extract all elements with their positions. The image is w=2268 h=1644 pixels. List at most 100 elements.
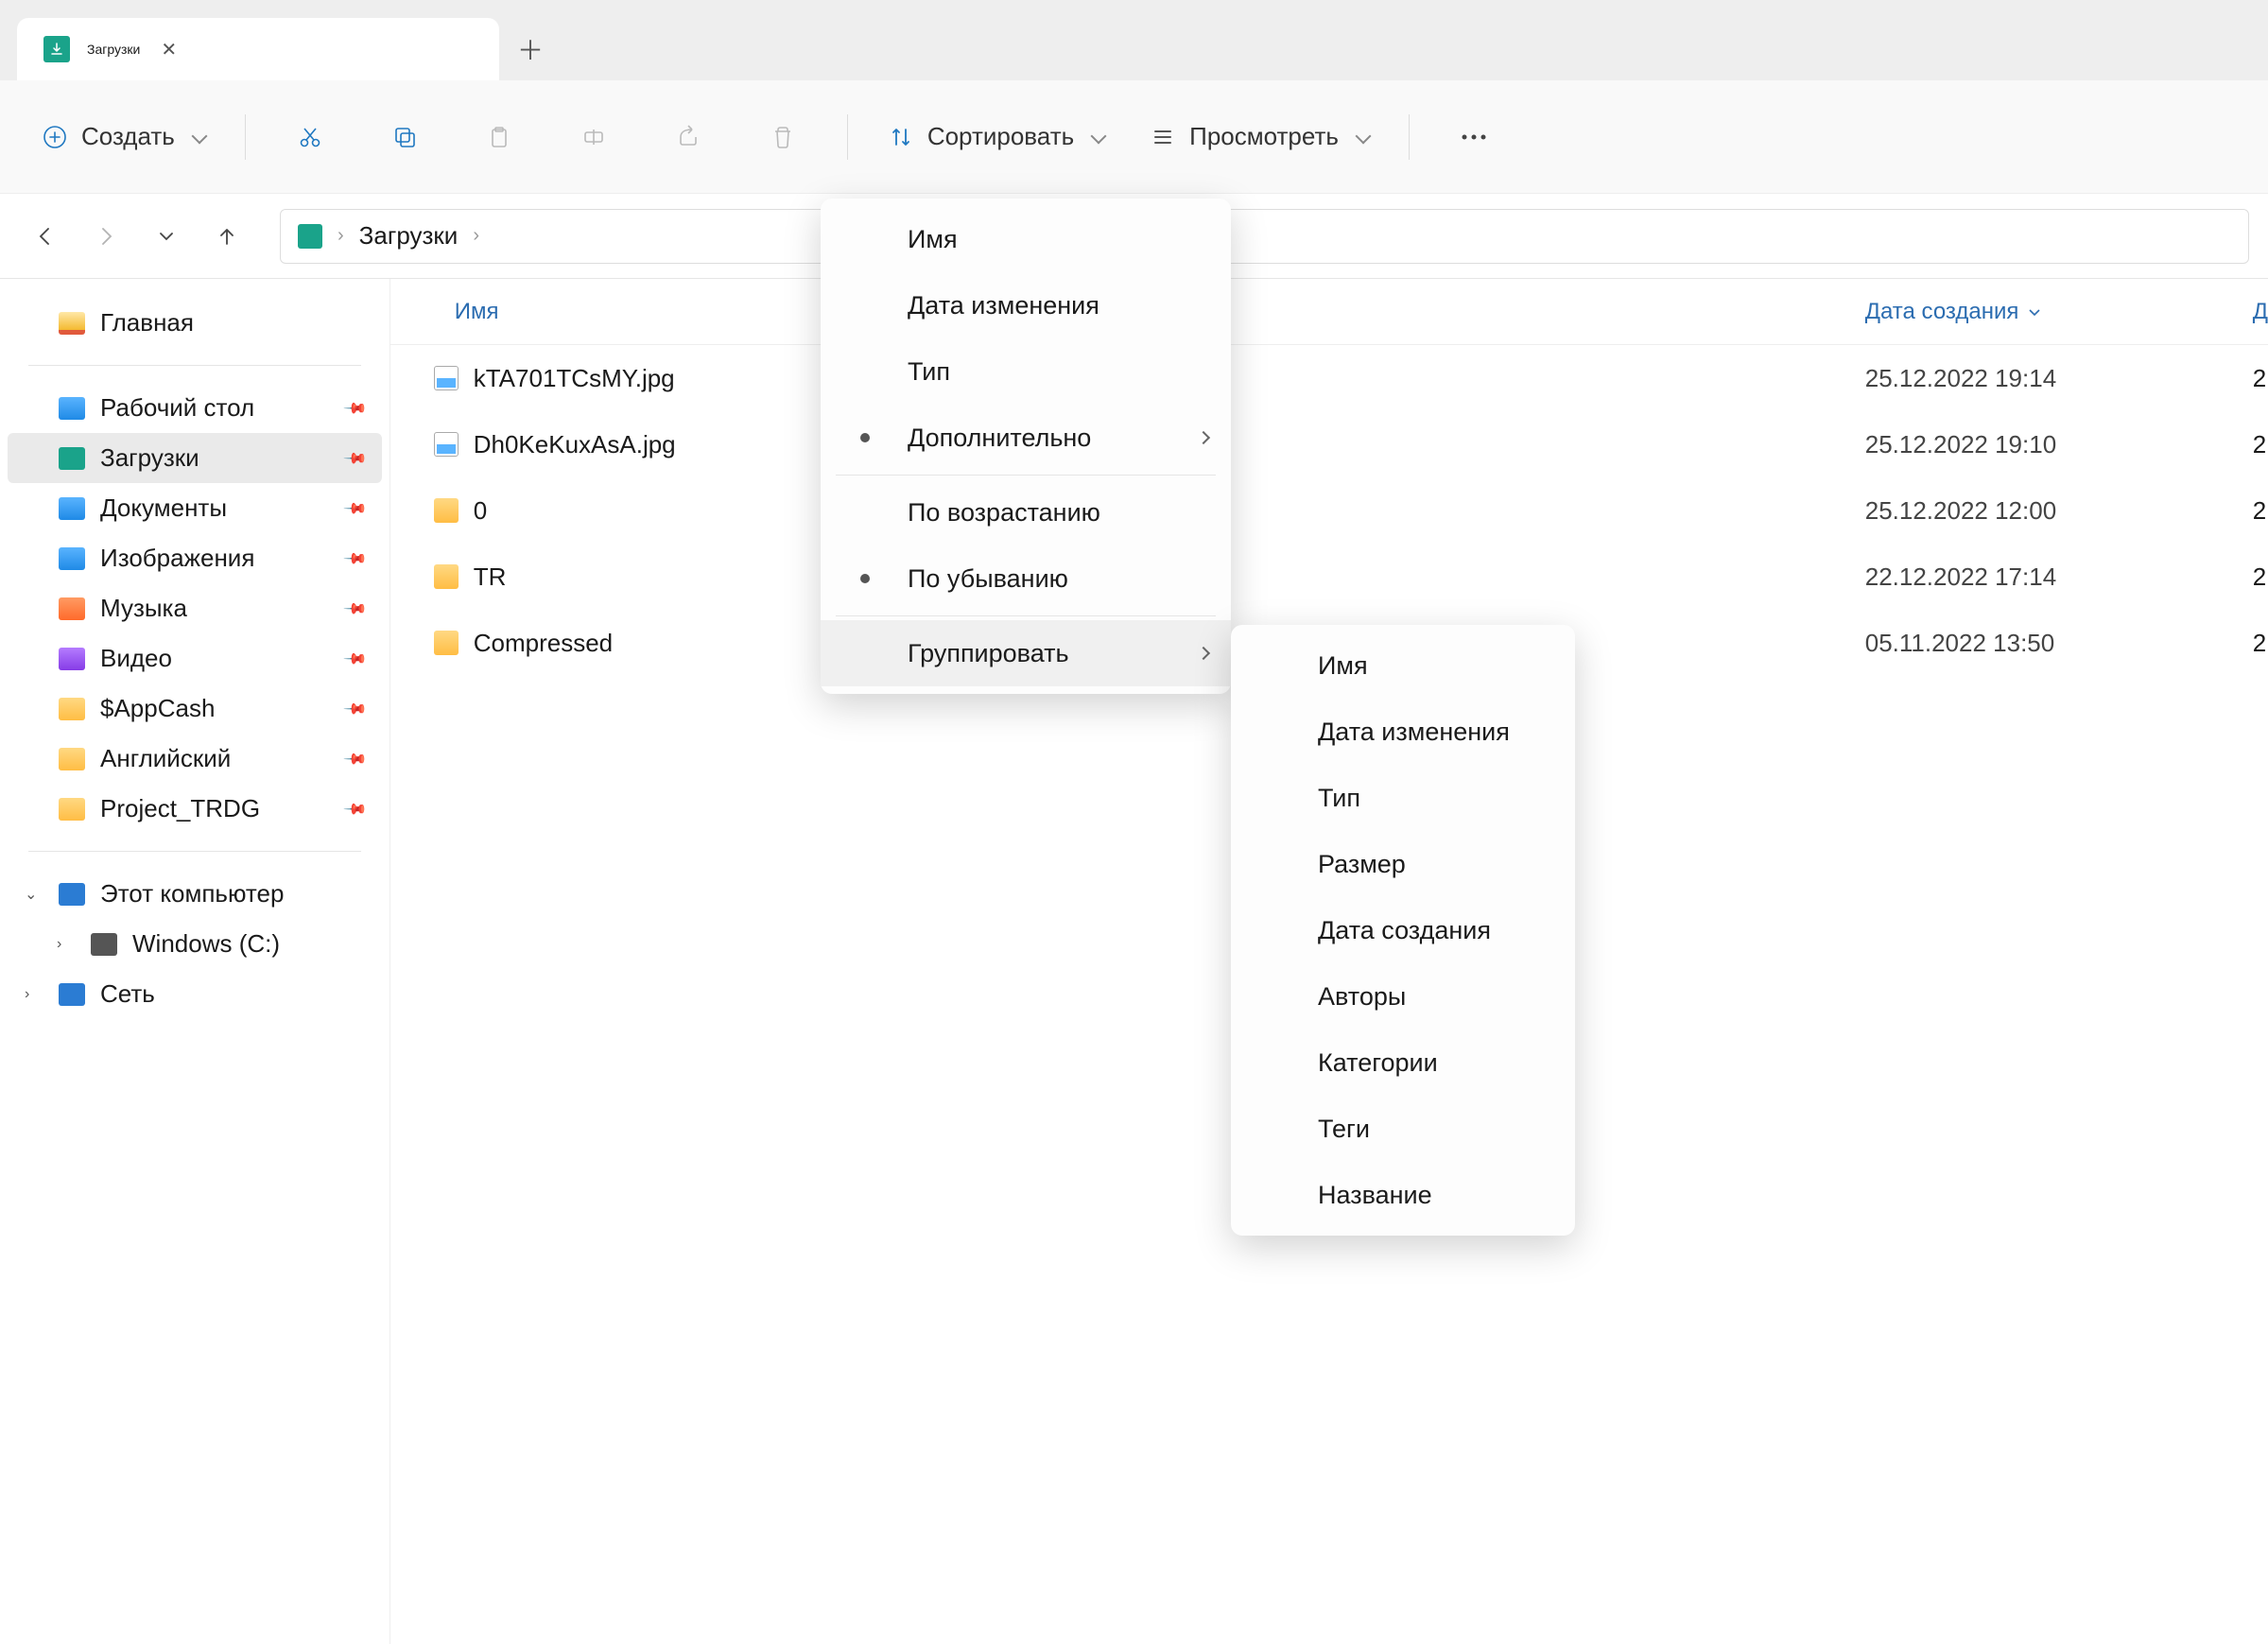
create-button[interactable]: Создать	[19, 111, 228, 164]
sort-by-date-modified[interactable]: Дата изменения	[821, 272, 1231, 338]
sort-by-type[interactable]: Тип	[821, 338, 1231, 405]
folder-icon	[59, 547, 85, 570]
delete-button[interactable]	[736, 111, 830, 164]
recent-dropdown[interactable]	[140, 210, 193, 263]
more-button[interactable]	[1427, 111, 1521, 164]
file-extra: 2	[2243, 430, 2266, 459]
chevron-right-icon[interactable]: ›	[25, 986, 29, 1003]
sidebar-item-appcash[interactable]: $AppCash 📌	[8, 684, 382, 734]
chevron-right-icon	[1197, 647, 1210, 660]
sort-icon	[888, 124, 914, 150]
pin-icon: 📌	[342, 545, 369, 571]
sort-by-name[interactable]: Имя	[821, 206, 1231, 272]
file-created: 22.12.2022 17:14	[1865, 562, 2243, 592]
paste-icon	[486, 124, 512, 150]
sort-more[interactable]: Дополнительно	[821, 405, 1231, 471]
sidebar-item-videos[interactable]: Видео 📌	[8, 633, 382, 684]
sidebar-item-project-trdg[interactable]: Project_TRDG 📌	[8, 784, 382, 834]
tab-downloads[interactable]: Загрузки ✕	[17, 18, 499, 80]
sidebar-item-desktop[interactable]: Рабочий стол 📌	[8, 383, 382, 433]
sidebar-label: Сеть	[100, 979, 155, 1009]
file-name: kTA701TCsMY.jpg	[474, 364, 675, 393]
sort-descending[interactable]: По убыванию	[821, 545, 1231, 612]
sidebar-item-pictures[interactable]: Изображения 📌	[8, 533, 382, 583]
share-button[interactable]	[641, 111, 736, 164]
sidebar-label: Главная	[100, 308, 194, 337]
forward-button[interactable]	[79, 210, 132, 263]
sort-button[interactable]: Сортировать	[865, 111, 1127, 164]
sidebar-item-documents[interactable]: Документы 📌	[8, 483, 382, 533]
sidebar-item-this-pc[interactable]: ⌄ Этот компьютер	[8, 869, 382, 919]
menu-separator	[836, 475, 1216, 476]
group-by[interactable]: Группировать	[821, 620, 1231, 686]
column-created[interactable]: Дата создания	[1865, 299, 2243, 325]
image-file-icon	[434, 366, 459, 390]
chevron-right-icon[interactable]: ›	[57, 936, 61, 953]
group-by-option[interactable]: Категории	[1231, 1030, 1575, 1096]
folder-icon	[59, 748, 85, 770]
file-extra: 2	[2243, 629, 2266, 658]
cut-button[interactable]	[263, 111, 357, 164]
cut-icon	[297, 124, 323, 150]
folder-icon	[59, 497, 85, 520]
sidebar-item-downloads[interactable]: Загрузки 📌	[8, 433, 382, 483]
chevron-down-icon[interactable]: ⌄	[25, 885, 37, 904]
sidebar-item-music[interactable]: Музыка 📌	[8, 583, 382, 633]
share-icon	[675, 124, 701, 150]
group-by-option[interactable]: Тип	[1231, 765, 1575, 831]
file-name: Dh0KeKuxAsA.jpg	[474, 430, 676, 459]
pin-icon: 📌	[342, 444, 369, 471]
group-by-option[interactable]: Дата изменения	[1231, 699, 1575, 765]
back-button[interactable]	[19, 210, 72, 263]
sidebar-item-drive-c[interactable]: › Windows (C:)	[8, 919, 382, 969]
rename-button[interactable]	[546, 111, 641, 164]
copy-icon	[391, 124, 418, 150]
menu-separator	[836, 615, 1216, 616]
pin-icon: 📌	[342, 745, 369, 771]
file-row[interactable]: TR22.12.2022 17:142	[390, 544, 2268, 610]
tab-title: Загрузки	[87, 42, 140, 57]
file-created: 25.12.2022 19:14	[1865, 364, 2243, 393]
toolbar-separator	[1409, 114, 1410, 160]
pin-icon: 📌	[342, 394, 369, 421]
up-button[interactable]	[200, 210, 253, 263]
bullet-icon	[860, 574, 870, 583]
folder-icon	[59, 447, 85, 470]
column-extra[interactable]: Д	[2243, 299, 2268, 325]
sidebar-item-home[interactable]: Главная	[8, 298, 382, 348]
sidebar: Главная Рабочий стол 📌 Загрузки 📌 Докуме…	[0, 279, 390, 1644]
sidebar-label: Документы	[100, 493, 227, 523]
sort-label: Сортировать	[927, 122, 1074, 151]
breadcrumb-location[interactable]: Загрузки	[359, 221, 459, 251]
group-by-option[interactable]: Размер	[1231, 831, 1575, 897]
file-row[interactable]: 025.12.2022 12:002	[390, 477, 2268, 544]
paste-button[interactable]	[452, 111, 546, 164]
sidebar-item-network[interactable]: › Сеть	[8, 969, 382, 1019]
file-row[interactable]: Dh0KeKuxAsA.jpg25.12.2022 19:102	[390, 411, 2268, 477]
group-by-option[interactable]: Дата создания	[1231, 897, 1575, 963]
pin-icon: 📌	[342, 494, 369, 521]
new-tab-button[interactable]: ＋	[499, 18, 562, 80]
sidebar-label: Этот компьютер	[100, 879, 284, 909]
group-by-option[interactable]: Имя	[1231, 632, 1575, 699]
drive-icon	[91, 933, 117, 956]
group-by-option[interactable]: Теги	[1231, 1096, 1575, 1162]
column-headers: Имя Дата создания Д	[390, 279, 2268, 345]
sidebar-label: Project_TRDG	[100, 794, 260, 823]
close-tab-button[interactable]: ✕	[157, 34, 181, 65]
view-list-icon	[1150, 124, 1176, 150]
group-by-option[interactable]: Название	[1231, 1162, 1575, 1228]
breadcrumb-separator: ›	[338, 225, 344, 247]
sidebar-label: Видео	[100, 644, 172, 673]
group-by-option[interactable]: Авторы	[1231, 963, 1575, 1030]
copy-button[interactable]	[357, 111, 452, 164]
network-icon	[59, 983, 85, 1006]
view-button[interactable]: Просмотреть	[1127, 111, 1392, 164]
sidebar-item-english[interactable]: Английский 📌	[8, 734, 382, 784]
file-created: 05.11.2022 13:50	[1865, 629, 2243, 658]
breadcrumb[interactable]: › Загрузки ›	[280, 209, 2249, 264]
sort-ascending[interactable]: По возрастанию	[821, 479, 1231, 545]
sort-arrow-icon	[2028, 307, 2041, 317]
file-row[interactable]: kTA701TCsMY.jpg25.12.2022 19:142	[390, 345, 2268, 411]
folder-icon	[434, 631, 459, 655]
